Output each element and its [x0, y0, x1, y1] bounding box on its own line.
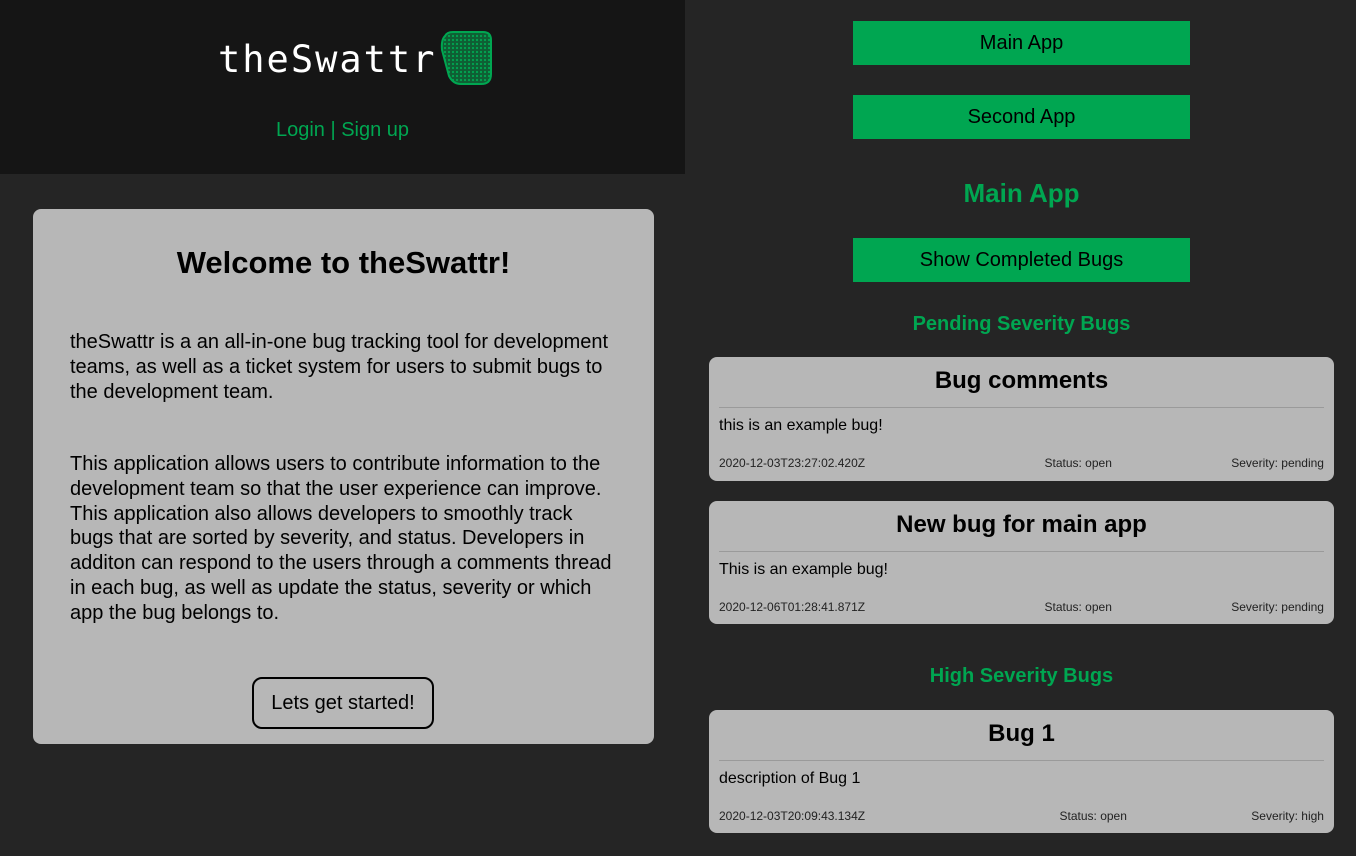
- divider: [719, 760, 1324, 761]
- logo[interactable]: theSwattr: [218, 30, 493, 88]
- get-started-button[interactable]: Lets get started!: [252, 677, 434, 729]
- welcome-panel: Welcome to theSwattr! theSwattr is a an …: [33, 209, 654, 744]
- bug-shield-icon: [439, 30, 493, 91]
- bug-meta: 2020-12-06T01:28:41.871Z Status: open Se…: [719, 600, 1324, 614]
- bug-severity: Severity: pending: [1231, 600, 1324, 614]
- intro-paragraph: theSwattr is a an all-in-one bug trackin…: [70, 331, 609, 403]
- bug-title: New bug for main app: [896, 511, 1147, 538]
- bug-description: description of Bug 1: [719, 770, 861, 787]
- welcome-title: Welcome to theSwattr!: [176, 245, 511, 280]
- bug-severity: Severity: pending: [1231, 456, 1324, 470]
- bug-title: Bug comments: [934, 367, 1109, 394]
- show-completed-bugs-button[interactable]: Show Completed Bugs: [853, 238, 1190, 282]
- second-app-button[interactable]: Second App: [853, 95, 1190, 139]
- bug-card[interactable]: Bug 1 description of Bug 1 2020-12-03T20…: [709, 710, 1334, 833]
- bug-description: This is an example bug!: [719, 561, 888, 578]
- bug-card[interactable]: New bug for main app This is an example …: [709, 501, 1334, 624]
- details-paragraph: This application allows users to contrib…: [70, 453, 612, 624]
- bug-date: 2020-12-03T20:09:43.134Z: [719, 809, 866, 823]
- divider: [719, 551, 1324, 552]
- auth-separator: |: [324, 119, 342, 141]
- bug-meta: 2020-12-03T20:09:43.134Z Status: open Se…: [719, 809, 1324, 823]
- bug-severity: Severity: high: [1251, 809, 1324, 823]
- app-title: Main App: [963, 178, 1080, 208]
- high-section-title: High Severity Bugs: [929, 665, 1114, 687]
- bug-card[interactable]: Bug comments this is an example bug! 202…: [709, 357, 1334, 481]
- pending-section-title: Pending Severity Bugs: [912, 313, 1131, 335]
- login-link[interactable]: Login: [276, 119, 325, 141]
- auth-links: Login | Sign up: [0, 119, 685, 142]
- bug-date: 2020-12-03T23:27:02.420Z: [719, 456, 866, 470]
- site-header: theSwattr Login | Sign up: [0, 0, 685, 174]
- bug-status: Status: open: [1044, 600, 1112, 614]
- divider: [719, 407, 1324, 408]
- main-app-button[interactable]: Main App: [853, 21, 1190, 65]
- signup-link[interactable]: Sign up: [341, 119, 409, 141]
- bug-title: Bug 1: [988, 720, 1055, 747]
- bug-meta: 2020-12-03T23:27:02.420Z Status: open Se…: [719, 456, 1324, 470]
- bug-description: this is an example bug!: [719, 417, 883, 434]
- bug-date: 2020-12-06T01:28:41.871Z: [719, 600, 866, 614]
- bug-status: Status: open: [1044, 456, 1112, 470]
- logo-text: theSwattr: [218, 37, 437, 81]
- bug-status: Status: open: [1059, 809, 1127, 823]
